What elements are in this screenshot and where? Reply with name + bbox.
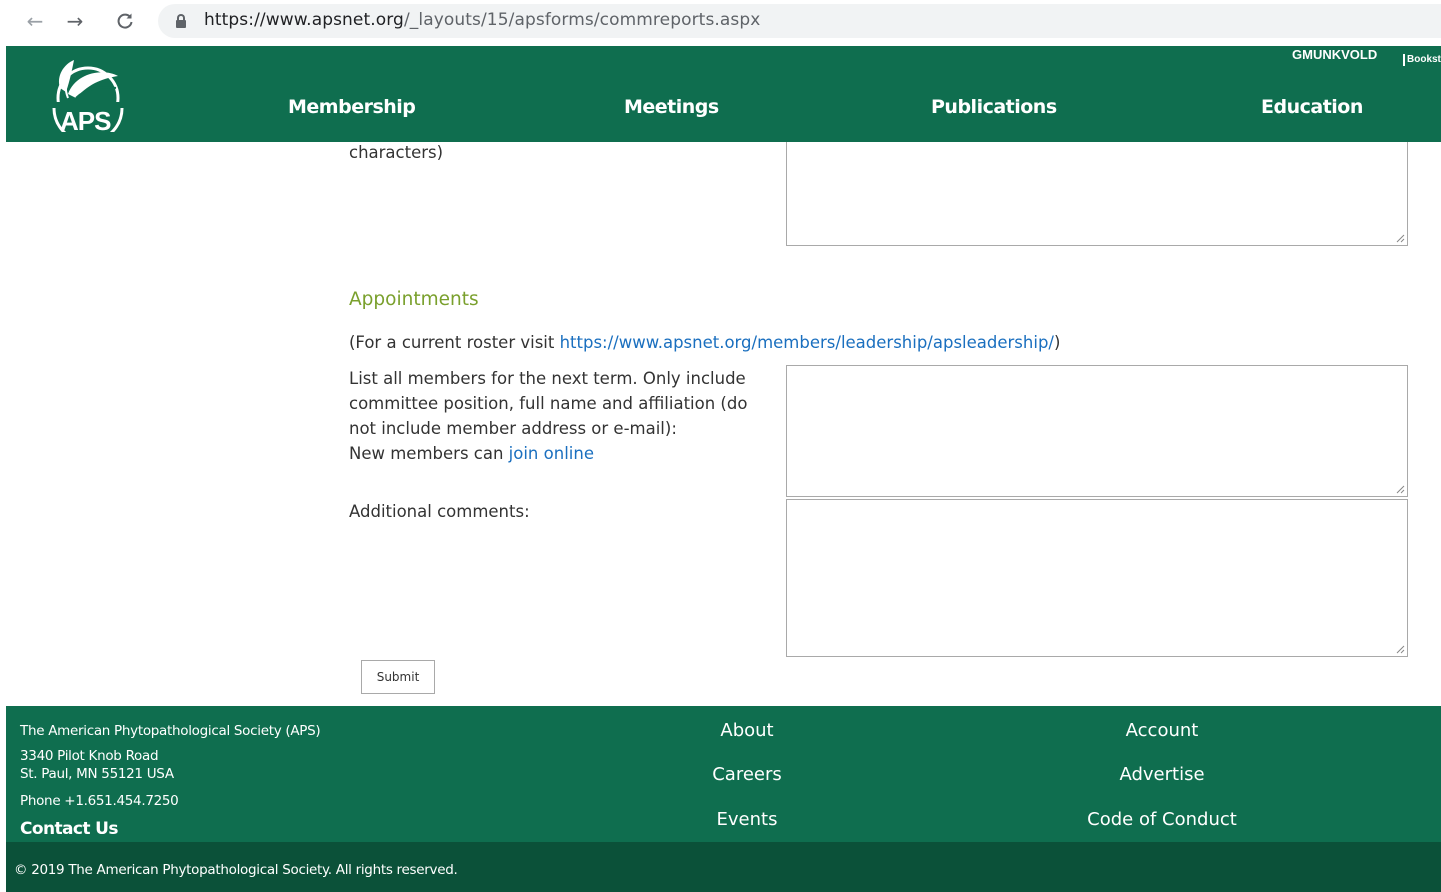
copyright-bar: © 2019 The American Phytopathological So… bbox=[6, 842, 1441, 892]
footer-link-careers[interactable]: Careers bbox=[712, 764, 782, 785]
footer-phone: Phone +1.651.454.7250 bbox=[20, 793, 179, 809]
new-members-prefix: New members can bbox=[349, 444, 509, 463]
additional-comments-label: Additional comments: bbox=[349, 502, 530, 521]
back-arrow-icon[interactable]: ← bbox=[22, 8, 48, 34]
appointments-title: Appointments bbox=[349, 289, 479, 310]
nav-education[interactable]: Education bbox=[1261, 96, 1363, 118]
browser-toolbar: ← → https://www.apsnet.org/_layouts/15/a… bbox=[0, 0, 1441, 46]
footer-link-advertise[interactable]: Advertise bbox=[1119, 764, 1204, 785]
resize-grip-icon[interactable] bbox=[1395, 484, 1405, 494]
bookstore-link[interactable]: Bookst bbox=[1403, 54, 1441, 66]
url-text[interactable]: https://www.apsnet.org/_layouts/15/apsfo… bbox=[204, 10, 760, 30]
nav-meetings[interactable]: Meetings bbox=[624, 96, 719, 118]
copyright-text: © 2019 The American Phytopathological So… bbox=[14, 862, 458, 878]
address-bar[interactable]: https://www.apsnet.org/_layouts/15/apsfo… bbox=[158, 4, 1441, 38]
roster-link[interactable]: https://www.apsnet.org/members/leadershi… bbox=[560, 333, 1054, 352]
url-host: https://www.apsnet.org bbox=[204, 10, 404, 30]
previous-field-textarea[interactable] bbox=[786, 142, 1408, 246]
site-footer: The American Phytopathological Society (… bbox=[6, 706, 1441, 842]
roster-suffix: ) bbox=[1053, 333, 1061, 352]
contact-us-link[interactable]: Contact Us bbox=[20, 819, 119, 839]
url-path: /_layouts/15/apsforms/commreports.aspx bbox=[403, 10, 761, 30]
footer-link-account[interactable]: Account bbox=[1126, 720, 1199, 741]
footer-address-line2: St. Paul, MN 55121 USA bbox=[20, 766, 174, 782]
nav-publications[interactable]: Publications bbox=[931, 96, 1057, 118]
additional-comments-textarea[interactable] bbox=[786, 499, 1408, 657]
footer-org-name: The American Phytopathological Society (… bbox=[20, 723, 321, 739]
resize-grip-icon[interactable] bbox=[1395, 233, 1405, 243]
footer-address-line1: 3340 Pilot Knob Road bbox=[20, 748, 159, 764]
roster-prefix: (For a current roster visit bbox=[349, 333, 560, 352]
reload-icon[interactable] bbox=[112, 8, 138, 34]
footer-link-events[interactable]: Events bbox=[717, 809, 778, 830]
resize-grip-icon[interactable] bbox=[1395, 644, 1405, 654]
members-label: List all members for the next term. Only… bbox=[349, 366, 759, 466]
lock-icon bbox=[176, 14, 186, 28]
previous-field-label: characters) bbox=[349, 143, 444, 162]
forward-arrow-icon[interactable]: → bbox=[62, 8, 88, 34]
site-header: APS Membership Meetings Publications Edu… bbox=[6, 46, 1441, 144]
footer-link-about[interactable]: About bbox=[720, 720, 773, 741]
roster-line: (For a current roster visit https://www.… bbox=[349, 330, 1060, 355]
footer-link-code-of-conduct[interactable]: Code of Conduct bbox=[1087, 809, 1237, 830]
new-members-line: New members can join online bbox=[349, 441, 759, 466]
submit-button[interactable]: Submit bbox=[361, 660, 435, 694]
user-account-link[interactable]: GMUNKVOLD bbox=[1292, 47, 1377, 62]
members-instructions: List all members for the next term. Only… bbox=[349, 369, 748, 438]
nav-membership[interactable]: Membership bbox=[288, 96, 416, 118]
logo-text: APS bbox=[60, 106, 111, 136]
members-textarea[interactable] bbox=[786, 365, 1408, 497]
join-online-link[interactable]: join online bbox=[509, 444, 594, 463]
aps-logo[interactable]: APS bbox=[46, 58, 130, 144]
